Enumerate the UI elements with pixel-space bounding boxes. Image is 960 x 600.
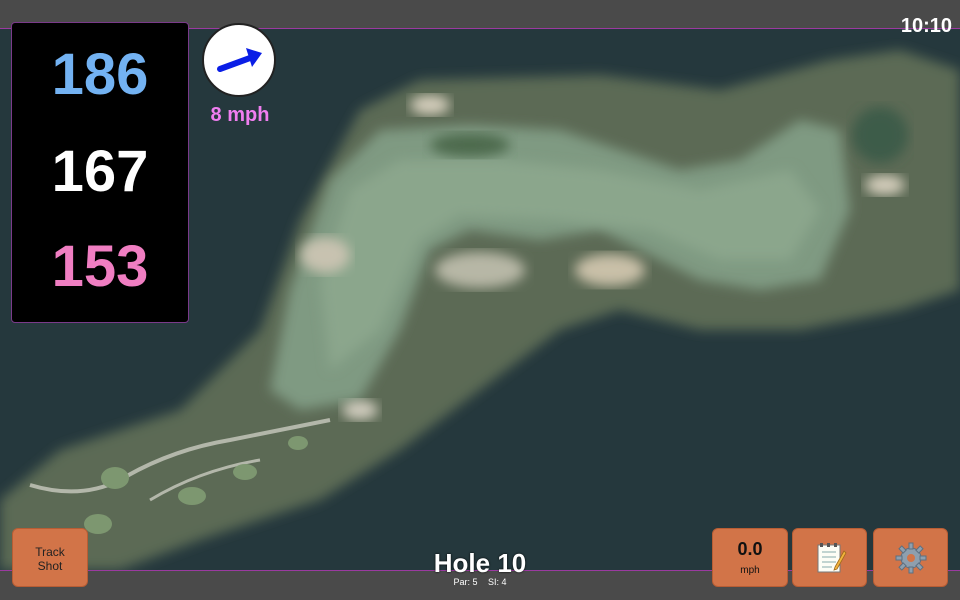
bunker bbox=[410, 95, 450, 115]
hole-title: Hole 10 bbox=[433, 548, 527, 578]
clock: 10:10 bbox=[900, 15, 952, 37]
hole-info: Par: 5 SI: 4 bbox=[380, 577, 580, 587]
notes-button[interactable] bbox=[792, 528, 867, 587]
tee-box bbox=[101, 467, 129, 489]
notepad-icon bbox=[817, 543, 846, 573]
tee-box bbox=[288, 436, 308, 450]
bunker bbox=[575, 254, 645, 286]
speed-unit: mph bbox=[740, 565, 760, 576]
track-shot-label-line1: Track bbox=[35, 545, 65, 559]
green bbox=[852, 107, 908, 163]
wind-indicator bbox=[202, 23, 276, 97]
gear-icon bbox=[895, 542, 926, 574]
front-distance: 186 bbox=[51, 42, 149, 107]
bunker bbox=[300, 237, 350, 273]
tree-patch bbox=[430, 133, 510, 157]
back-distance: 153 bbox=[51, 234, 149, 299]
bunker bbox=[435, 252, 525, 288]
speed-button[interactable]: 0.0 mph bbox=[712, 528, 788, 587]
tee-box bbox=[178, 487, 206, 505]
speed-value: 0.0 bbox=[737, 539, 763, 559]
track-shot-label-line2: Shot bbox=[37, 559, 63, 573]
distance-panel: 186 167 153 bbox=[11, 22, 189, 323]
tee-box bbox=[84, 514, 112, 534]
bunker bbox=[342, 400, 378, 420]
hole-par: Par: 5 bbox=[453, 577, 478, 587]
tee-box bbox=[233, 464, 257, 480]
track-shot-button[interactable]: Track Shot bbox=[12, 528, 88, 587]
wind-speed: 8 mph bbox=[210, 104, 270, 126]
wind-direction-arrow-icon bbox=[217, 48, 262, 72]
bunker bbox=[865, 175, 905, 195]
settings-button[interactable] bbox=[873, 528, 948, 587]
middle-distance: 167 bbox=[51, 139, 149, 204]
hole-stroke-index: SI: 4 bbox=[488, 577, 507, 587]
